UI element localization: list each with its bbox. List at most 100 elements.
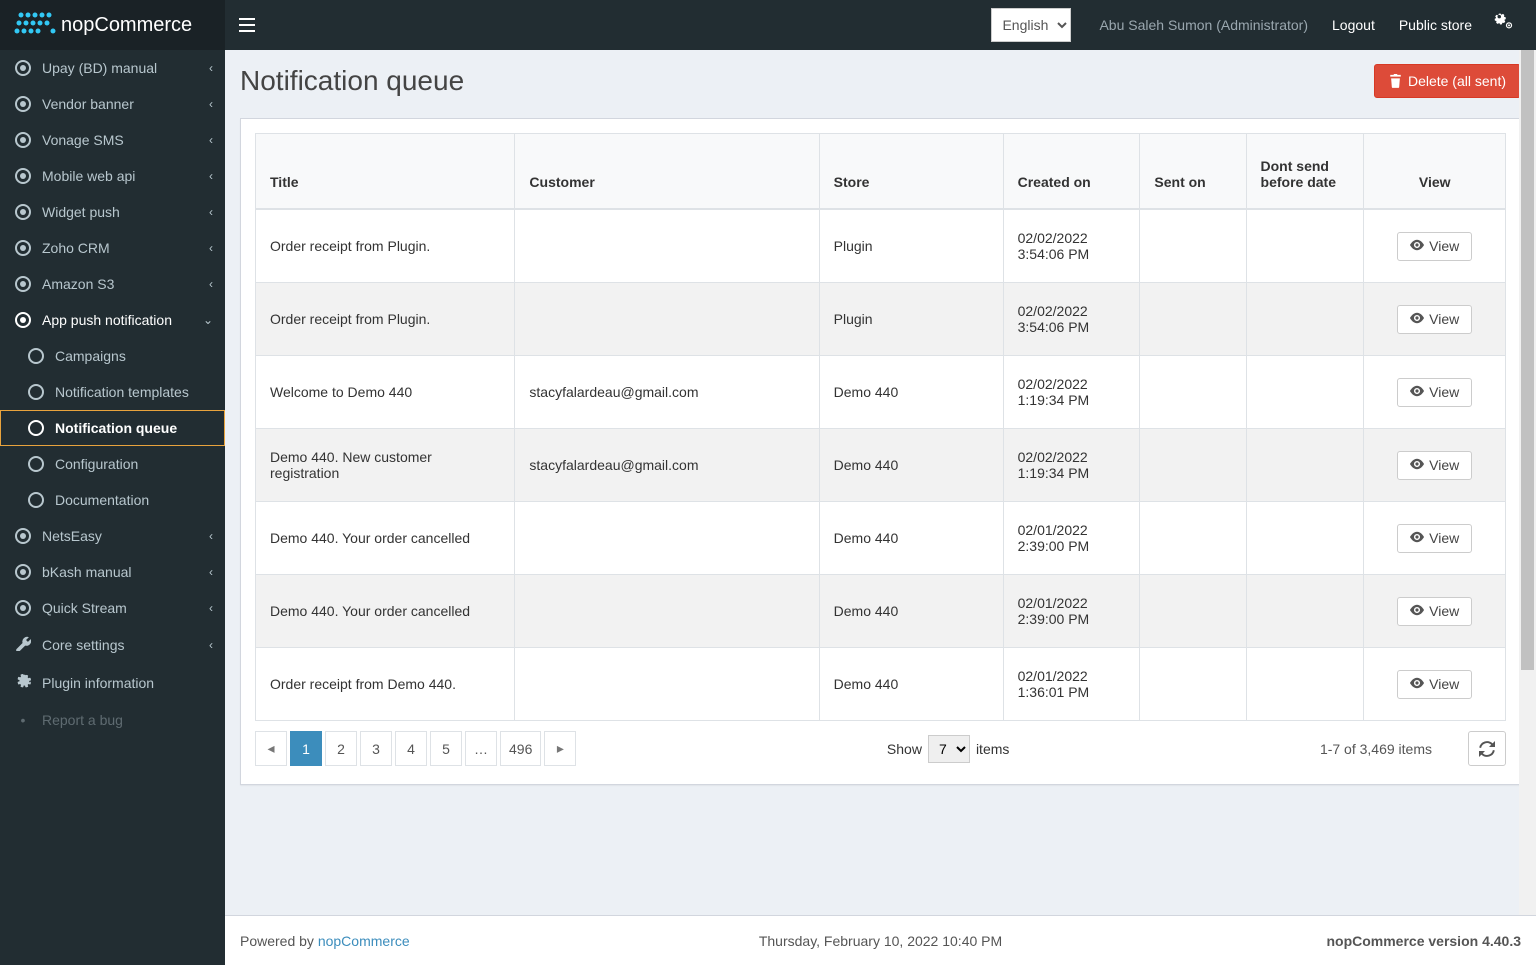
refresh-button[interactable] <box>1468 731 1506 766</box>
cell-view: View <box>1364 283 1506 356</box>
sidebar-item-label: Quick Stream <box>42 600 127 616</box>
scrollbar[interactable] <box>1519 50 1536 915</box>
cell-title: Order receipt from Plugin. <box>256 209 515 283</box>
powered-by: Powered by nopCommerce <box>240 933 410 949</box>
cell-store: Demo 440 <box>819 429 1003 502</box>
column-header[interactable]: Title <box>256 134 515 210</box>
cell-dont-send <box>1246 502 1364 575</box>
trash-icon <box>1389 74 1402 88</box>
eye-icon <box>1410 311 1424 328</box>
view-button[interactable]: View <box>1397 597 1472 626</box>
settings-gears-icon[interactable] <box>1484 0 1524 50</box>
sidebar-item-bkash-manual[interactable]: bKash manual‹ <box>0 554 225 590</box>
column-header[interactable]: Created on <box>1003 134 1140 210</box>
main-sidebar: Upay (BD) manual‹Vendor banner‹Vonage SM… <box>0 50 225 965</box>
page-title: Notification queue <box>240 65 464 97</box>
brand-logo[interactable]: nopCommerce <box>0 0 225 50</box>
cell-created: 02/01/20222:39:00 PM <box>1003 502 1140 575</box>
cell-customer <box>515 575 819 648</box>
sidebar-item-netseasy[interactable]: NetsEasy‹ <box>0 518 225 554</box>
view-button[interactable]: View <box>1397 451 1472 480</box>
sidebar-item-zoho-crm[interactable]: Zoho CRM‹ <box>0 230 225 266</box>
sidebar-item-label: Amazon S3 <box>42 276 114 292</box>
public-store-link[interactable]: Public store <box>1387 0 1484 50</box>
cell-store: Demo 440 <box>819 356 1003 429</box>
chevron-left-icon: ‹ <box>209 601 213 615</box>
sidebar-subitem-notification-templates[interactable]: Notification templates <box>0 374 225 410</box>
page-5[interactable]: 5 <box>430 731 462 766</box>
cell-created: 02/01/20221:36:01 PM <box>1003 648 1140 721</box>
sidebar-item-mobile-web-api[interactable]: Mobile web api‹ <box>0 158 225 194</box>
sidebar-item-label: Notification queue <box>55 420 177 436</box>
page-4[interactable]: 4 <box>395 731 427 766</box>
cell-created: 02/02/20221:19:34 PM <box>1003 429 1140 502</box>
sidebar-item-widget-push[interactable]: Widget push‹ <box>0 194 225 230</box>
view-button[interactable]: View <box>1397 232 1472 261</box>
sidebar-toggle-button[interactable] <box>225 0 269 50</box>
nopcommerce-link[interactable]: nopCommerce <box>318 933 410 949</box>
sidebar-subitem-notification-queue[interactable]: Notification queue <box>0 410 225 446</box>
page-ellipsis: … <box>465 731 497 766</box>
sidebar-item-label: bKash manual <box>42 564 132 580</box>
delete-all-sent-button[interactable]: Delete (all sent) <box>1374 64 1521 98</box>
view-button[interactable]: View <box>1397 524 1472 553</box>
cell-title: Order receipt from Demo 440. <box>256 648 515 721</box>
table-footer: ◂12345…496▸ Show 7 items 1-7 of 3,469 it… <box>255 721 1506 770</box>
current-user: Abu Saleh Sumon (Administrator) <box>1087 0 1320 50</box>
view-button[interactable]: View <box>1397 378 1472 407</box>
cell-title: Demo 440. New customer registration <box>256 429 515 502</box>
svg-text:nopCommerce: nopCommerce <box>61 14 192 36</box>
cell-dont-send <box>1246 575 1364 648</box>
page-prev[interactable]: ◂ <box>255 731 287 766</box>
cell-view: View <box>1364 429 1506 502</box>
chevron-left-icon: ‹ <box>209 277 213 291</box>
sidebar-item-upay-bd-manual[interactable]: Upay (BD) manual‹ <box>0 50 225 86</box>
table-row: Demo 440. Your order cancelled Demo 440 … <box>256 502 1506 575</box>
sidebar-item-label: Vendor banner <box>42 96 134 112</box>
view-button[interactable]: View <box>1397 305 1472 334</box>
cell-customer <box>515 648 819 721</box>
view-button[interactable]: View <box>1397 670 1472 699</box>
sidebar-item-quick-stream[interactable]: Quick Stream ‹ <box>0 590 225 626</box>
page-2[interactable]: 2 <box>325 731 357 766</box>
cell-store: Plugin <box>819 283 1003 356</box>
cell-store: Demo 440 <box>819 575 1003 648</box>
content-wrapper: Notification queue Delete (all sent) Tit… <box>225 50 1536 915</box>
items-label: items <box>976 741 1009 757</box>
sidebar-item-amazon-s3[interactable]: Amazon S3 ‹ <box>0 266 225 302</box>
page-size-select[interactable]: 7 <box>928 735 970 763</box>
page-3[interactable]: 3 <box>360 731 392 766</box>
sidebar-item-label: NetsEasy <box>42 528 102 544</box>
cell-view: View <box>1364 209 1506 283</box>
sidebar-item-label: Zoho CRM <box>42 240 110 256</box>
cell-customer <box>515 502 819 575</box>
page-496[interactable]: 496 <box>500 731 541 766</box>
cell-created: 02/02/20221:19:34 PM <box>1003 356 1140 429</box>
page-next[interactable]: ▸ <box>544 731 576 766</box>
logout-link[interactable]: Logout <box>1320 0 1387 50</box>
sidebar-item-vendor-banner[interactable]: Vendor banner‹ <box>0 86 225 122</box>
cell-created: 02/02/20223:54:06 PM <box>1003 209 1140 283</box>
cell-title: Demo 440. Your order cancelled <box>256 502 515 575</box>
table-row: Demo 440. Your order cancelled Demo 440 … <box>256 575 1506 648</box>
sidebar-item-label: Report a bug <box>42 712 123 728</box>
sidebar-item-core-settings[interactable]: Core settings‹ <box>0 626 225 664</box>
column-header[interactable]: Sent on <box>1140 134 1246 210</box>
sidebar-subitem-documentation[interactable]: Documentation <box>0 482 225 518</box>
language-select[interactable]: English <box>991 8 1071 42</box>
cell-sent <box>1140 648 1246 721</box>
sidebar-subitem-campaigns[interactable]: Campaigns <box>0 338 225 374</box>
column-header[interactable]: Dont send before date <box>1246 134 1364 210</box>
sidebar-item-vonage-sms[interactable]: Vonage SMS‹ <box>0 122 225 158</box>
page-1[interactable]: 1 <box>290 731 322 766</box>
column-header[interactable]: View <box>1364 134 1506 210</box>
sidebar-item-app-push-notification[interactable]: App push notification⌄ <box>0 302 225 338</box>
column-header[interactable]: Store <box>819 134 1003 210</box>
cell-sent <box>1140 575 1246 648</box>
sidebar-item-plugin-information[interactable]: Plugin information <box>0 664 225 702</box>
notifications-table: TitleCustomerStoreCreated onSent onDont … <box>255 133 1506 721</box>
view-label: View <box>1429 238 1459 254</box>
sidebar-item-report-a-bug[interactable]: •Report a bug <box>0 702 225 738</box>
column-header[interactable]: Customer <box>515 134 819 210</box>
sidebar-subitem-configuration[interactable]: Configuration <box>0 446 225 482</box>
